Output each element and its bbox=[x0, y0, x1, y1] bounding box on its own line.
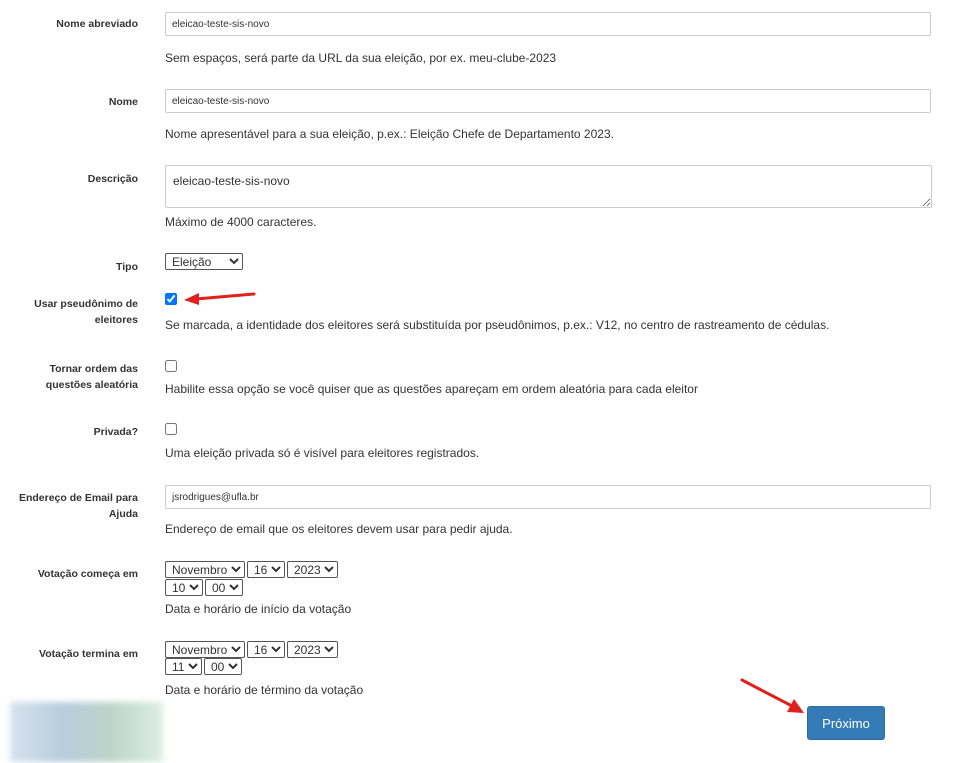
voting-end-help: Data e horário de término da votação bbox=[165, 683, 364, 697]
pseudonyms-label: Usar pseudônimo de eleitores bbox=[8, 296, 138, 328]
random-order-help: Habilite essa opção se você quiser que a… bbox=[165, 382, 698, 396]
voting-start-day-select[interactable]: 16 bbox=[247, 561, 285, 578]
voting-end-label: Votação termina em bbox=[38, 648, 138, 660]
name-label: Nome bbox=[108, 96, 138, 108]
voting-end-minute-select[interactable]: 00 bbox=[204, 658, 242, 675]
short-name-input[interactable] bbox=[165, 12, 931, 36]
voting-end-hour-select[interactable]: 11 bbox=[165, 658, 202, 675]
private-label: Privada? bbox=[93, 426, 138, 438]
voting-end-year-select[interactable]: 2023 bbox=[287, 641, 338, 658]
random-order-checkbox[interactable] bbox=[165, 360, 177, 372]
help-email-help: Endereço de email que os eleitores devem… bbox=[165, 522, 513, 536]
voting-start-hour-select[interactable]: 10 bbox=[165, 579, 203, 596]
type-select[interactable]: Eleição bbox=[165, 253, 243, 270]
voting-start-date: Novembro 16 2023 bbox=[165, 561, 340, 578]
annotation-arrow-checkbox bbox=[184, 292, 256, 305]
description-label: Descrição bbox=[87, 173, 138, 185]
type-field: Eleição bbox=[165, 253, 245, 270]
help-email-input[interactable] bbox=[165, 485, 931, 509]
name-input[interactable] bbox=[165, 89, 931, 113]
voting-end-month-select[interactable]: Novembro bbox=[165, 641, 245, 658]
description-help: Máximo de 4000 caracteres. bbox=[165, 215, 317, 229]
help-email-label: Endereço de Email para Ajuda bbox=[8, 490, 138, 522]
voting-end-time: 11 00 bbox=[165, 658, 244, 675]
voting-start-month-select[interactable]: Novembro bbox=[165, 561, 245, 578]
voting-start-minute-select[interactable]: 00 bbox=[205, 579, 243, 596]
private-help: Uma eleição privada só é visível para el… bbox=[165, 446, 480, 460]
pseudonyms-label-line1: Usar pseudônimo de bbox=[34, 298, 138, 310]
voting-start-year-select[interactable]: 2023 bbox=[287, 561, 338, 578]
voting-start-time: 10 00 bbox=[165, 579, 245, 596]
name-help: Nome apresentável para a sua eleição, p.… bbox=[165, 127, 614, 141]
random-order-label: Tornar ordem das questões aleatória bbox=[8, 361, 138, 393]
private-checkbox-wrap bbox=[165, 423, 177, 438]
random-order-label-line1: Tornar ordem das bbox=[49, 363, 139, 375]
pseudonyms-help: Se marcada, a identidade dos eleitores s… bbox=[165, 318, 830, 332]
pseudonyms-label-line2: eleitores bbox=[94, 314, 138, 326]
annotation-arrow-next bbox=[740, 678, 804, 713]
private-checkbox[interactable] bbox=[165, 423, 177, 435]
help-email-label-line2: Ajuda bbox=[108, 508, 138, 520]
short-name-help: Sem espaços, será parte da URL da sua el… bbox=[165, 51, 557, 65]
blurred-logo bbox=[10, 702, 163, 762]
next-button[interactable]: Próximo bbox=[807, 706, 885, 740]
voting-end-date: Novembro 16 2023 bbox=[165, 641, 340, 658]
type-label: Tipo bbox=[116, 261, 138, 273]
description-textarea[interactable]: eleicao-teste-sis-novo bbox=[165, 165, 932, 208]
voting-start-label: Votação começa em bbox=[37, 568, 138, 580]
help-email-label-line1: Endereço de Email para bbox=[18, 492, 138, 504]
random-order-label-line2: questões aleatória bbox=[45, 379, 138, 391]
random-order-checkbox-wrap bbox=[165, 360, 177, 375]
short-name-label: Nome abreviado bbox=[56, 18, 138, 30]
pseudonyms-checkbox-wrap bbox=[165, 293, 177, 308]
voting-start-help: Data e horário de início da votação bbox=[165, 602, 352, 616]
pseudonyms-checkbox[interactable] bbox=[165, 293, 177, 305]
voting-end-day-select[interactable]: 16 bbox=[247, 641, 285, 658]
